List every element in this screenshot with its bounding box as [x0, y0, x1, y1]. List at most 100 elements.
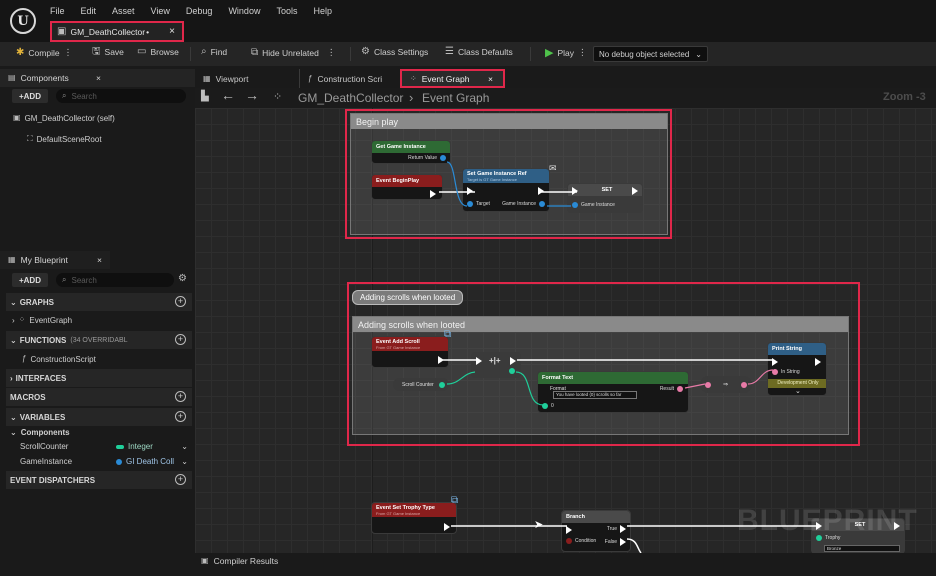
left-sidebar: ▤ Components × +ADD ⌕ Search ▣ GM_DeathC… [0, 66, 195, 576]
tab-viewport[interactable]: ▦ Viewport [195, 69, 295, 88]
component-item-self[interactable]: ▣ GM_DeathCollector (self) [13, 113, 115, 123]
hide-unrelated-options-icon[interactable]: ⋮ [327, 47, 336, 58]
variables-components-group[interactable]: ⌄ Components [10, 428, 70, 437]
menu-file[interactable]: File [50, 6, 65, 16]
section-macros-label: MACROS [10, 392, 46, 402]
class-settings-button[interactable]: ⚙ Class Settings [361, 46, 428, 58]
unreal-logo-icon[interactable]: U [10, 8, 36, 34]
menu-tools[interactable]: Tools [276, 6, 297, 16]
find-button[interactable]: ⌕ Find [201, 46, 227, 58]
components-search-input[interactable]: ⌕ Search [56, 89, 186, 103]
hide-unrelated-label: Hide Unrelated [262, 47, 319, 58]
variable-item-scrollcounter[interactable]: ScrollCounter Integer ⌄ [20, 442, 192, 451]
add-macro-icon[interactable]: + [175, 391, 186, 402]
breadcrumb-root[interactable]: GM_DeathCollector [298, 91, 403, 105]
graph-icon: ⁘ [410, 73, 417, 83]
browse-button[interactable]: ▭ Browse [137, 46, 179, 58]
add-variable-icon[interactable]: + [175, 411, 186, 422]
wires-layer [439, 161, 817, 553]
components-add-button[interactable]: +ADD [12, 89, 48, 103]
toolbar-divider [530, 47, 531, 61]
play-icon: ▶ [545, 46, 554, 59]
graph-navigation-bar: ▙ ← → ⁘ GM_DeathCollector › Event Graph … [195, 88, 936, 108]
variables-components-label: Components [20, 428, 70, 437]
tab-compiler-results[interactable]: ▣ Compiler Results [201, 556, 278, 566]
compile-button[interactable]: ✱ Compile ⋮ [16, 47, 72, 58]
section-event-dispatchers[interactable]: EVENT DISPATCHERS + [6, 471, 192, 489]
add-graph-icon[interactable]: + [175, 296, 186, 307]
asset-tab-label: GM_DeathCollector [70, 26, 146, 37]
mouse-cursor-icon: ➤ [534, 519, 544, 531]
my-blueprint-close-icon[interactable]: × [97, 255, 102, 265]
section-functions[interactable]: ⌄ FUNCTIONS (34 OVERRIDABL + [6, 331, 192, 349]
menu-window[interactable]: Window [228, 6, 260, 16]
tab-close-icon[interactable]: × [488, 74, 493, 84]
breadcrumb-current: Event Graph [422, 91, 490, 105]
menu-edit[interactable]: Edit [81, 6, 97, 16]
blueprint-asset-icon: ▣ [57, 25, 67, 37]
asset-tab-close-icon[interactable]: × [169, 26, 175, 37]
section-macros[interactable]: MACROS + [6, 388, 192, 406]
chevron-down-icon[interactable]: ⌄ [181, 457, 188, 466]
my-blueprint-search-input[interactable]: ⌕ Search [56, 273, 174, 287]
add-dispatcher-icon[interactable]: + [175, 474, 186, 485]
chevron-down-icon[interactable]: ⌄ [181, 442, 188, 451]
find-icon: ⌕ [201, 46, 207, 57]
toolbar-divider [190, 47, 191, 61]
hide-unrelated-icon: ⧉ [251, 46, 259, 58]
play-button[interactable]: ▶ Play ⋮ [545, 47, 587, 58]
asset-tab[interactable]: ▣ GM_DeathCollector • × [50, 21, 184, 42]
components-close-icon[interactable]: × [96, 73, 101, 83]
menu-view[interactable]: View [151, 6, 170, 16]
component-item-scene-root[interactable]: ⛶ DefaultSceneRoot [27, 134, 102, 144]
my-blueprint-search-placeholder: Search [71, 275, 97, 285]
my-blueprint-icon: ▦ [8, 255, 16, 264]
exec-wire [626, 538, 642, 553]
function-item-construction[interactable]: ƒ ConstructionScript [22, 354, 96, 364]
compile-options-icon[interactable]: ⋮ [64, 47, 73, 58]
settings-gear-icon[interactable]: ⚙ [178, 274, 187, 284]
folder-icon: ▭ [137, 46, 147, 57]
my-blueprint-add-button[interactable]: +ADD [12, 273, 48, 287]
my-blueprint-title: My Blueprint [20, 255, 68, 265]
debug-object-select[interactable]: No debug object selected ⌄ [593, 46, 708, 62]
menu-asset[interactable]: Asset [112, 6, 135, 16]
graph-tab-bar: ▦ Viewport ƒ Construction Scri ⁘ Event G… [195, 66, 936, 88]
add-function-icon[interactable]: + [175, 334, 186, 345]
graph-item-eventgraph[interactable]: › ⁘ EventGraph [12, 315, 72, 325]
components-icon: ▤ [8, 73, 16, 82]
menu-help[interactable]: Help [313, 6, 332, 16]
search-icon: ⌕ [62, 91, 67, 100]
tab-event-graph[interactable]: ⁘ Event Graph × [400, 69, 505, 88]
menu-debug[interactable]: Debug [186, 6, 213, 16]
graph-icon: ⁘ [273, 91, 283, 103]
bookmark-icon[interactable]: ▙ [201, 92, 209, 102]
hide-unrelated-button[interactable]: ⧉ Hide Unrelated ⋮ [251, 47, 335, 58]
integer-wire [515, 371, 544, 406]
section-event-dispatchers-label: EVENT DISPATCHERS [10, 475, 96, 485]
variable-item-gameinstance[interactable]: GameInstance GI Death Coll ⌄ [20, 457, 192, 466]
class-defaults-button[interactable]: ☰ Class Defaults [445, 47, 513, 58]
save-button[interactable]: 🖫 Save [92, 47, 124, 58]
gear-icon: ⚙ [361, 46, 370, 57]
class-defaults-label: Class Defaults [457, 47, 513, 57]
play-options-icon[interactable]: ⋮ [578, 47, 587, 58]
my-blueprint-panel-header: ▦ My Blueprint × [0, 251, 110, 269]
chevron-down-icon: ⌄ [10, 428, 17, 437]
section-interfaces-label: INTERFACES [15, 373, 67, 383]
tab-construction-label: Construction Scri [317, 73, 383, 84]
components-title: Components [20, 73, 69, 83]
section-interfaces[interactable]: › INTERFACES [6, 369, 192, 387]
functions-overridable-badge: (34 OVERRIDABL [70, 336, 128, 344]
event-graph-canvas[interactable]: Begin play Get Game Instance Return Valu… [195, 108, 936, 553]
forward-arrow-icon[interactable]: → [245, 88, 259, 102]
section-graphs[interactable]: ⌄ GRAPHS + [6, 293, 192, 311]
section-variables[interactable]: ⌄ VARIABLES + [6, 408, 192, 426]
browse-label: Browse [150, 47, 179, 57]
back-arrow-icon[interactable]: ← [221, 88, 235, 102]
tab-event-graph-label: Event Graph [421, 73, 470, 84]
compiler-results-label: Compiler Results [213, 556, 279, 566]
components-search-placeholder: Search [71, 91, 97, 101]
menu-bar: File Edit Asset View Debug Window Tools … [50, 6, 332, 16]
tab-construction-script[interactable]: ƒ Construction Scri [299, 69, 395, 88]
